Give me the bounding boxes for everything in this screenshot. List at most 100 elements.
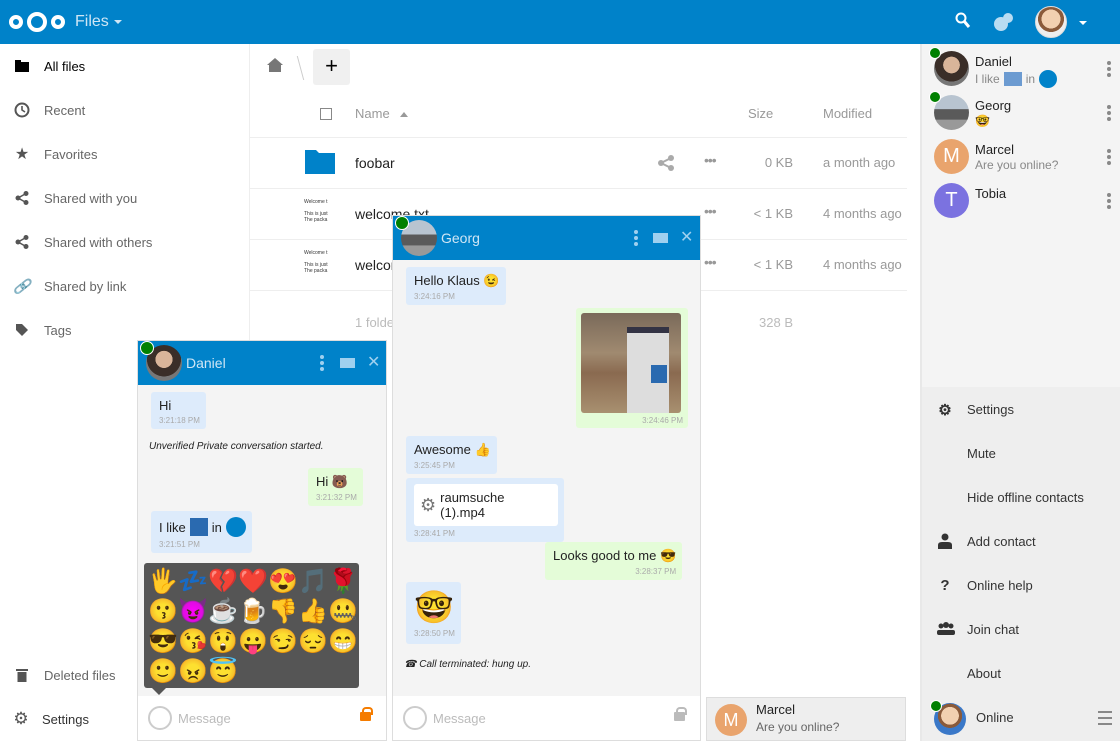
own-status-bar[interactable]: Online bbox=[920, 697, 1120, 741]
hamburger-menu-icon[interactable] bbox=[1098, 711, 1112, 725]
emoji-option[interactable]: 😎 bbox=[148, 627, 178, 657]
chat-icon[interactable] bbox=[993, 12, 1015, 32]
sidebar-item-shared-with-others[interactable]: Shared with others bbox=[0, 220, 250, 264]
contact-daniel[interactable]: Daniel I like in bbox=[922, 47, 1120, 92]
contact-menu-icon[interactable] bbox=[1107, 105, 1111, 123]
video-call-icon[interactable] bbox=[653, 233, 668, 243]
more-actions-icon[interactable]: ••• bbox=[704, 203, 717, 219]
online-status-dot bbox=[395, 216, 409, 230]
message-input[interactable]: Message bbox=[178, 711, 231, 726]
more-actions-icon[interactable]: ••• bbox=[704, 152, 717, 168]
chat-header[interactable]: Georg ✕ bbox=[393, 216, 700, 260]
emoji-option[interactable]: ☕ bbox=[208, 597, 238, 627]
emoji-option[interactable]: 🍺 bbox=[238, 597, 268, 627]
file-attachment[interactable]: ⚙ raumsuche (1).mp4 bbox=[414, 484, 558, 526]
message-input[interactable]: Message bbox=[433, 711, 486, 726]
emoji-option[interactable]: 😏 bbox=[268, 627, 298, 657]
close-icon[interactable]: ✕ bbox=[367, 352, 380, 372]
roster-menu: ⚙ Settings Mute Hide offline contacts Add… bbox=[920, 387, 1120, 697]
share-icon bbox=[14, 190, 30, 206]
contact-menu-icon[interactable] bbox=[1107, 193, 1111, 211]
own-status-label[interactable]: Online bbox=[976, 710, 1014, 725]
sidebar-item-all-files[interactable]: All files bbox=[0, 44, 250, 88]
sidebar-item-favorites[interactable]: ★ Favorites bbox=[0, 132, 250, 176]
emoji-option[interactable]: ❤️ bbox=[238, 567, 268, 597]
emoji-option[interactable]: 😇 bbox=[208, 657, 238, 687]
home-icon[interactable] bbox=[267, 58, 283, 72]
chat-menu-icon[interactable] bbox=[320, 355, 324, 373]
menu-item-settings[interactable]: ⚙ Settings bbox=[922, 387, 1120, 431]
emoji-option[interactable]: 💤 bbox=[178, 567, 208, 597]
emoji-option[interactable]: 🎵 bbox=[298, 567, 328, 597]
file-name[interactable]: foobar bbox=[355, 155, 395, 171]
contact-georg[interactable]: Georg 🤓 bbox=[922, 91, 1120, 136]
more-actions-icon[interactable]: ••• bbox=[704, 254, 717, 270]
emoji-option[interactable]: 😛 bbox=[238, 627, 268, 657]
close-icon[interactable]: ✕ bbox=[680, 227, 693, 247]
new-file-button[interactable]: + bbox=[313, 49, 350, 85]
emoji-option[interactable]: 😈 bbox=[178, 597, 208, 627]
emoji-option[interactable]: 😍 bbox=[268, 567, 298, 597]
locked-icon[interactable] bbox=[360, 707, 373, 721]
file-row[interactable]: foobar ••• 0 KB a month ago bbox=[250, 138, 907, 189]
image-preview[interactable] bbox=[581, 313, 681, 413]
menu-item-add-contact[interactable]: Add contact bbox=[922, 519, 1120, 563]
emoji-option[interactable]: 👎 bbox=[268, 597, 298, 627]
contact-name: Marcel bbox=[975, 142, 1015, 157]
caret-down-icon[interactable] bbox=[114, 20, 122, 24]
sidebar-item-shared-with-you[interactable]: Shared with you bbox=[0, 176, 250, 220]
contact-marcel[interactable]: M Marcel Are you online? bbox=[922, 136, 1120, 180]
last-message: Are you online? bbox=[756, 720, 840, 734]
menu-item-online-help[interactable]: ? Online help bbox=[922, 563, 1120, 607]
column-name[interactable]: Name bbox=[355, 106, 390, 121]
emoji-option[interactable]: 😁 bbox=[328, 627, 358, 657]
emoji-option[interactable]: 😔 bbox=[298, 627, 328, 657]
contact-menu-icon[interactable] bbox=[1107, 149, 1111, 167]
app-menu-title[interactable]: Files bbox=[75, 13, 109, 31]
user-avatar[interactable] bbox=[1035, 6, 1067, 38]
emoji-option[interactable]: 😘 bbox=[178, 627, 208, 657]
emoji-option[interactable]: 🙂 bbox=[148, 657, 178, 687]
emoji-option[interactable]: 😗 bbox=[148, 597, 178, 627]
menu-item-hide-offline[interactable]: Hide offline contacts bbox=[922, 475, 1120, 519]
contact-name: Tobia bbox=[975, 186, 1007, 201]
select-all-checkbox[interactable] bbox=[320, 108, 332, 120]
sidebar-item-recent[interactable]: Recent bbox=[0, 88, 250, 132]
sidebar-item-label: Shared with others bbox=[44, 234, 153, 250]
menu-item-join-chat[interactable]: Join chat bbox=[922, 607, 1120, 651]
emoji-option[interactable]: 🌹 bbox=[328, 567, 358, 597]
emoji-option[interactable]: 🤐 bbox=[328, 597, 358, 627]
contact-menu-icon[interactable] bbox=[1107, 61, 1111, 79]
emoji-option[interactable]: 😠 bbox=[178, 657, 208, 687]
chat-header[interactable]: Daniel ✕ bbox=[138, 341, 386, 385]
contact-tobia[interactable]: T Tobia bbox=[922, 180, 1120, 224]
file-modified: a month ago bbox=[823, 155, 896, 170]
search-icon[interactable] bbox=[955, 12, 971, 30]
emoji-option[interactable]: 😲 bbox=[208, 627, 238, 657]
sidebar-item-label: Favorites bbox=[44, 146, 98, 162]
column-size[interactable]: Size bbox=[748, 106, 773, 121]
chat-menu-icon[interactable] bbox=[634, 230, 638, 248]
menu-item-about[interactable]: About bbox=[922, 651, 1120, 695]
emoji-option[interactable]: 🖐 bbox=[148, 567, 178, 597]
emoji-picker-button[interactable] bbox=[148, 706, 172, 730]
menu-item-mute[interactable]: Mute bbox=[922, 431, 1120, 475]
sidebar-item-shared-by-link[interactable]: 🔗 Shared by link bbox=[0, 264, 250, 308]
emoji-option[interactable]: 👍 bbox=[298, 597, 328, 627]
share-icon[interactable] bbox=[658, 155, 674, 171]
user-menu-caret-icon[interactable] bbox=[1079, 21, 1087, 25]
video-call-icon[interactable] bbox=[340, 358, 355, 368]
nextcloud-logo[interactable] bbox=[8, 10, 66, 34]
sidebar-item-label: All files bbox=[44, 58, 86, 74]
chat-window-georg: Georg ✕ Hello Klaus 😉 3:24:16 PM 3:24:46 … bbox=[392, 215, 701, 741]
unlocked-icon[interactable] bbox=[674, 707, 687, 721]
avatar: M bbox=[934, 139, 969, 174]
summary-size: 328 B bbox=[759, 315, 793, 330]
minimized-chat-marcel[interactable]: M Marcel Are you online? bbox=[706, 697, 906, 741]
emoji-picker-button[interactable] bbox=[403, 706, 427, 730]
message-in: I like in 3:21:51 PM bbox=[151, 511, 252, 553]
avatar: M bbox=[715, 704, 747, 736]
message-in: Awesome 👍 3:25:45 PM bbox=[406, 436, 497, 474]
emoji-option[interactable]: 💔 bbox=[208, 567, 238, 597]
column-modified[interactable]: Modified bbox=[823, 106, 872, 121]
